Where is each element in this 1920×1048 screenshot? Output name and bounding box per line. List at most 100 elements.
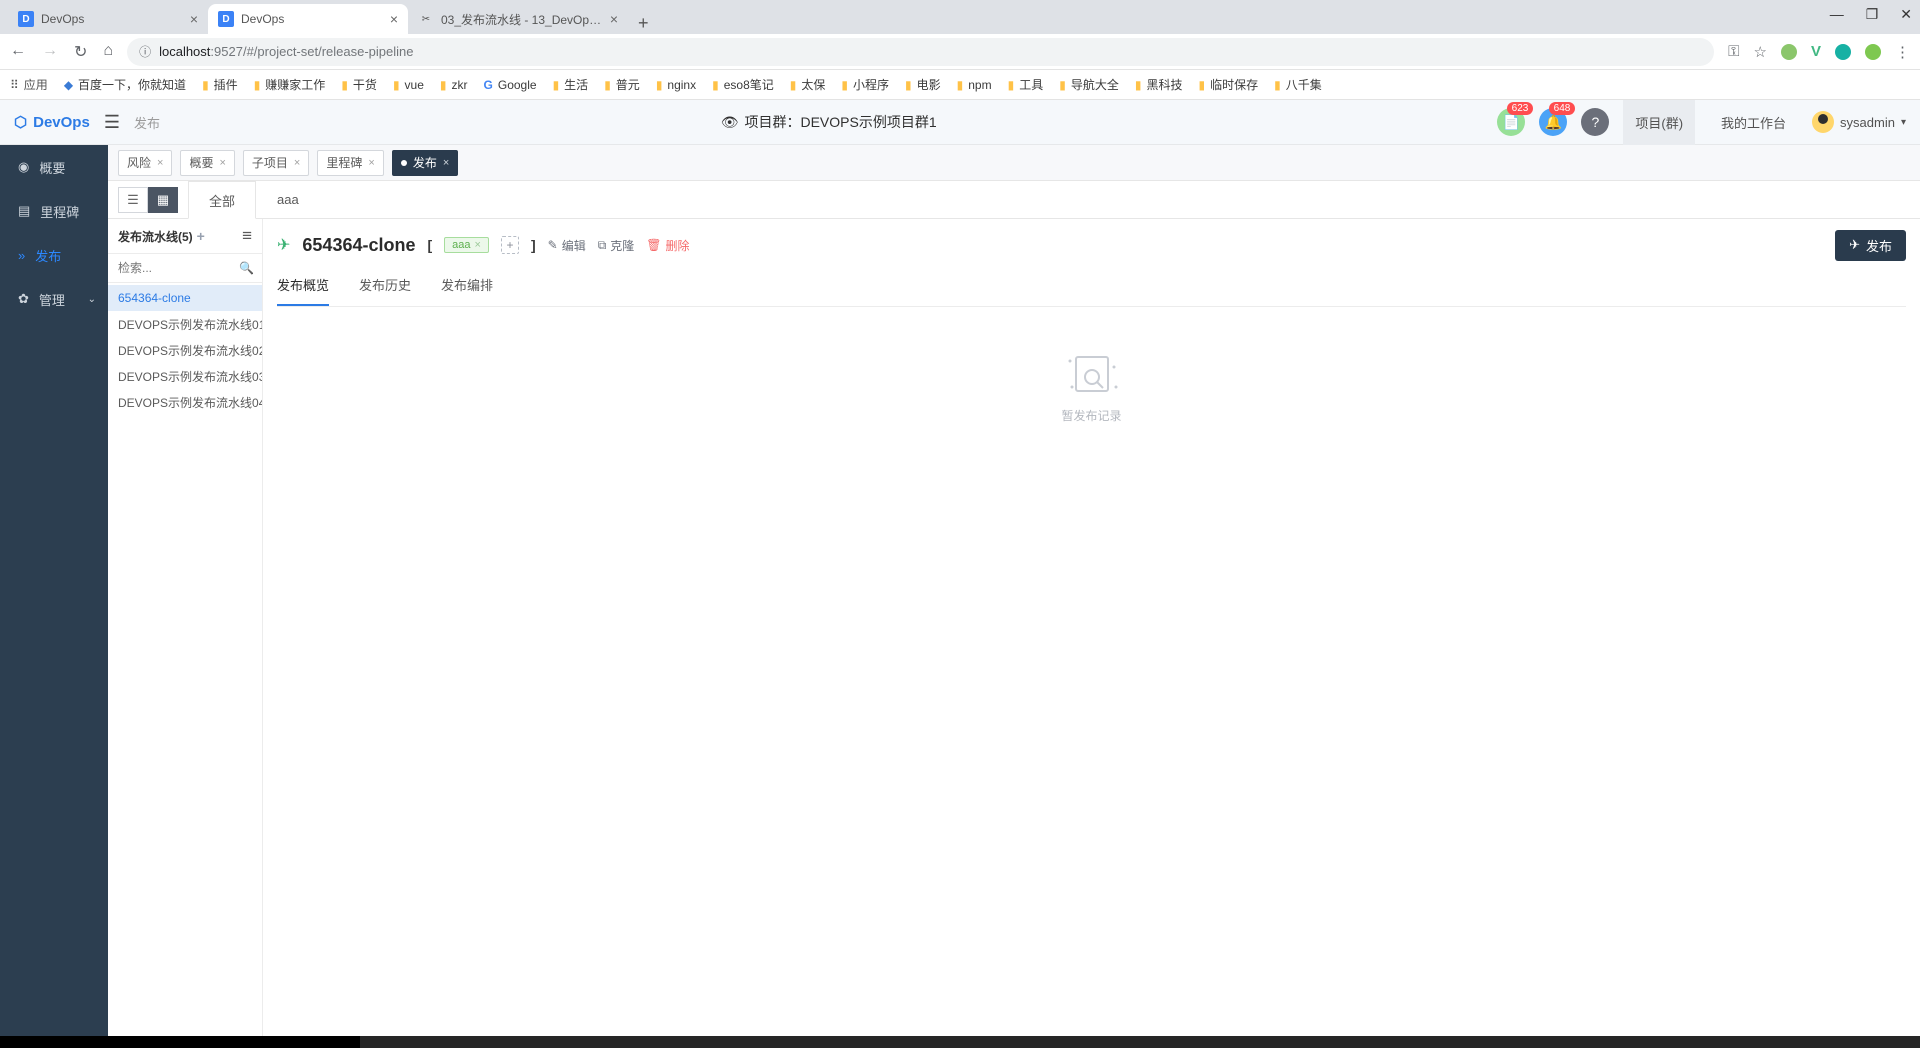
bookmark-folder[interactable]: ▮zkr bbox=[440, 78, 468, 92]
bookmark-folder[interactable]: ▮临时保存 bbox=[1198, 76, 1258, 93]
copy-icon: ⧉ bbox=[598, 238, 607, 253]
subtab-all[interactable]: 全部 bbox=[188, 181, 256, 219]
worktab-subproject[interactable]: 子项目× bbox=[243, 150, 309, 176]
bookmark-folder[interactable]: ▮npm bbox=[957, 78, 992, 92]
subtab-aaa[interactable]: aaa bbox=[256, 181, 320, 219]
clone-button[interactable]: ⧉克隆 bbox=[598, 237, 635, 254]
remove-tag-icon[interactable]: × bbox=[475, 239, 481, 251]
bookmark-link[interactable]: ◆百度一下，你就知道 bbox=[64, 76, 186, 93]
sidenav-item-manage[interactable]: ✿ 管理 ⌄ bbox=[0, 277, 108, 321]
bookmark-folder[interactable]: ▮八千集 bbox=[1274, 76, 1322, 93]
bookmark-folder[interactable]: ▮nginx bbox=[656, 78, 696, 92]
home-icon[interactable]: ⌂ bbox=[103, 42, 113, 62]
worktab-overview[interactable]: 概要× bbox=[180, 150, 234, 176]
nav-project[interactable]: 项目(群) bbox=[1623, 100, 1695, 145]
close-icon[interactable]: × bbox=[157, 157, 163, 169]
bell-notification[interactable]: 🔔 648 bbox=[1539, 108, 1567, 136]
pipeline-item[interactable]: DEVOPS示例发布流水线02 bbox=[108, 337, 262, 363]
bookmark-folder[interactable]: ▮电影 bbox=[905, 76, 941, 93]
bookmark-folder[interactable]: ▮黑科技 bbox=[1135, 76, 1183, 93]
ext-icon[interactable] bbox=[1835, 44, 1851, 60]
nav-workbench[interactable]: 我的工作台 bbox=[1709, 113, 1798, 132]
worktab-risk[interactable]: 风险× bbox=[118, 150, 172, 176]
tab-title: DevOps bbox=[41, 12, 183, 26]
close-icon[interactable]: × bbox=[443, 157, 449, 169]
bookmark-folder[interactable]: ▮生活 bbox=[553, 76, 589, 93]
delete-button[interactable]: 🗑删除 bbox=[646, 237, 689, 254]
bookmark-folder[interactable]: ▮工具 bbox=[1008, 76, 1044, 93]
tag-chip[interactable]: aaa× bbox=[444, 237, 489, 253]
apps-icon[interactable]: ⠿ 应用 bbox=[10, 76, 48, 93]
tab-schedule[interactable]: 发布编排 bbox=[441, 275, 493, 306]
browser-tab[interactable]: ✂ 03_发布流水线 - 13_DevOps文 × bbox=[408, 4, 628, 34]
more-icon[interactable]: ⋮ bbox=[1895, 43, 1910, 61]
bracket-close: ] bbox=[531, 237, 536, 253]
minimize-icon[interactable]: — bbox=[1830, 6, 1844, 23]
bookmark-folder[interactable]: ▮vue bbox=[393, 78, 424, 92]
window-close-icon[interactable]: ✕ bbox=[1900, 6, 1912, 23]
star-icon[interactable]: ☆ bbox=[1754, 43, 1767, 61]
sidenav-item-overview[interactable]: ◉ 概要 bbox=[0, 145, 108, 189]
tab-title: DevOps bbox=[241, 12, 383, 26]
close-icon[interactable]: × bbox=[190, 11, 198, 27]
ext-icon[interactable] bbox=[1781, 44, 1797, 60]
worktab-release[interactable]: 发布× bbox=[392, 150, 458, 176]
address-bar[interactable]: ⓘ localhost:9527/#/project-set/release-p… bbox=[127, 38, 1714, 66]
pipeline-item[interactable]: DEVOPS示例发布流水线03 bbox=[108, 363, 262, 389]
help-icon[interactable]: ? bbox=[1581, 108, 1609, 136]
trash-icon: 🗑 bbox=[646, 238, 661, 252]
browser-tab[interactable]: D DevOps × bbox=[208, 4, 408, 34]
bookmark-folder[interactable]: ▮小程序 bbox=[841, 76, 889, 93]
close-icon[interactable]: × bbox=[610, 11, 618, 27]
sidenav-item-milestone[interactable]: ▤ 里程碑 bbox=[0, 189, 108, 233]
pipeline-item[interactable]: DEVOPS示例发布流水线01 bbox=[108, 311, 262, 337]
pipeline-heading: 发布流水线(5) bbox=[118, 228, 193, 245]
chevron-down-icon: ⌄ bbox=[88, 294, 96, 305]
empty-icon bbox=[1060, 347, 1124, 397]
project-group-selector[interactable]: 👁 项目群：DEVOPS示例项目群1 bbox=[174, 112, 1483, 132]
browser-tab[interactable]: D DevOps × bbox=[8, 4, 208, 34]
user-menu[interactable]: sysadmin ▾ bbox=[1812, 111, 1906, 133]
tab-title: 03_发布流水线 - 13_DevOps文 bbox=[441, 11, 603, 28]
card-view-button[interactable]: ▦ bbox=[148, 187, 178, 213]
close-icon[interactable]: × bbox=[368, 157, 374, 169]
list-view-button[interactable]: ☰ bbox=[118, 187, 148, 213]
bookmark-folder[interactable]: ▮赚赚家工作 bbox=[254, 76, 326, 93]
bookmark-folder[interactable]: ▮干货 bbox=[341, 76, 377, 93]
detail-tabs: 发布概览 发布历史 发布编排 bbox=[277, 273, 1906, 307]
bookmark-folder[interactable]: ▮导航大全 bbox=[1059, 76, 1119, 93]
edit-button[interactable]: ✎编辑 bbox=[548, 237, 586, 254]
new-tab-button[interactable]: + bbox=[628, 13, 659, 34]
collapse-icon[interactable]: ≡ bbox=[242, 226, 252, 246]
add-tag-button[interactable]: + bbox=[501, 236, 519, 254]
info-icon[interactable]: ⓘ bbox=[139, 43, 151, 60]
close-icon[interactable]: × bbox=[390, 11, 398, 27]
forward-icon[interactable]: → bbox=[42, 42, 58, 62]
worktab-milestone[interactable]: 里程碑× bbox=[317, 150, 383, 176]
key-icon[interactable]: ⚿ bbox=[1728, 43, 1739, 60]
avatar bbox=[1812, 111, 1834, 133]
vue-ext-icon[interactable]: V bbox=[1811, 43, 1821, 60]
maximize-icon[interactable]: ❐ bbox=[1866, 6, 1879, 23]
pipeline-item[interactable]: 654364-clone bbox=[108, 285, 262, 311]
menu-icon[interactable]: ☰ bbox=[104, 112, 120, 133]
reload-icon[interactable]: ↻ bbox=[74, 42, 87, 62]
bookmark-folder[interactable]: ▮太保 bbox=[790, 76, 826, 93]
pipeline-item[interactable]: DEVOPS示例发布流水线04 bbox=[108, 389, 262, 415]
bookmark-link[interactable]: GGoogle bbox=[484, 78, 537, 92]
docs-notification[interactable]: 📄 623 bbox=[1497, 108, 1525, 136]
back-icon[interactable]: ← bbox=[10, 42, 26, 62]
publish-button[interactable]: ✈发布 bbox=[1835, 230, 1906, 261]
tab-overview[interactable]: 发布概览 bbox=[277, 275, 329, 306]
bookmark-folder[interactable]: ▮eso8笔记 bbox=[712, 76, 774, 93]
close-icon[interactable]: × bbox=[294, 157, 300, 169]
sidenav-item-release[interactable]: » 发布 bbox=[0, 233, 108, 277]
add-pipeline-button[interactable]: + bbox=[197, 228, 205, 244]
bookmark-folder[interactable]: ▮普元 bbox=[604, 76, 640, 93]
app-logo[interactable]: ⬡ DevOps bbox=[14, 113, 90, 131]
bookmark-folder[interactable]: ▮插件 bbox=[202, 76, 238, 93]
profile-icon[interactable] bbox=[1865, 44, 1881, 60]
tab-history[interactable]: 发布历史 bbox=[359, 275, 411, 306]
search-icon[interactable]: 🔍 bbox=[239, 261, 254, 275]
close-icon[interactable]: × bbox=[219, 157, 225, 169]
